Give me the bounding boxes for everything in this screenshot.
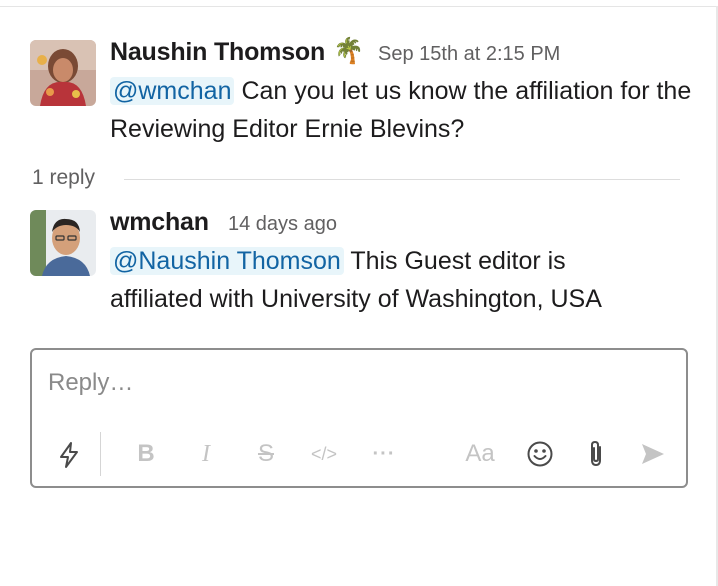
avatar-wmchan-image: [30, 210, 96, 276]
reply-count: 1 reply: [32, 166, 96, 189]
user-mention[interactable]: @Naushin Thomson: [110, 247, 344, 275]
author-name[interactable]: Naushin Thomson: [110, 38, 325, 67]
message-timestamp[interactable]: 14 days ago: [228, 213, 337, 236]
paperclip-icon[interactable]: [578, 436, 614, 472]
message-body: @wmchan Can you let us know the affiliat…: [110, 72, 710, 148]
bold-button[interactable]: B: [128, 436, 164, 472]
avatar-wmchan[interactable]: [30, 210, 96, 276]
italic-button[interactable]: I: [188, 436, 224, 472]
more-formatting-button[interactable]: ···: [366, 436, 402, 472]
smiley-icon[interactable]: [522, 436, 558, 472]
author-name[interactable]: wmchan: [110, 208, 209, 237]
code-button[interactable]: </>: [304, 436, 344, 472]
top-divider: [0, 6, 718, 7]
toolbar-divider: [100, 432, 101, 476]
user-mention[interactable]: @wmchan: [110, 77, 235, 105]
status-emoji: 🌴: [333, 37, 364, 65]
reply-divider: [124, 179, 680, 180]
avatar-naushin-image: [30, 40, 96, 106]
format-toggle-button[interactable]: Aa: [460, 436, 500, 472]
strikethrough-button[interactable]: S: [246, 436, 286, 472]
lightning-icon[interactable]: [52, 438, 86, 472]
reply-input[interactable]: [48, 366, 668, 400]
send-icon[interactable]: [634, 436, 672, 472]
message-body: @Naushin Thomson This Guest editor is af…: [110, 242, 630, 318]
message-timestamp[interactable]: Sep 15th at 2:15 PM: [378, 43, 560, 66]
reply-composer: B I S </> ··· Aa: [30, 348, 688, 488]
avatar-naushin[interactable]: [30, 40, 96, 106]
